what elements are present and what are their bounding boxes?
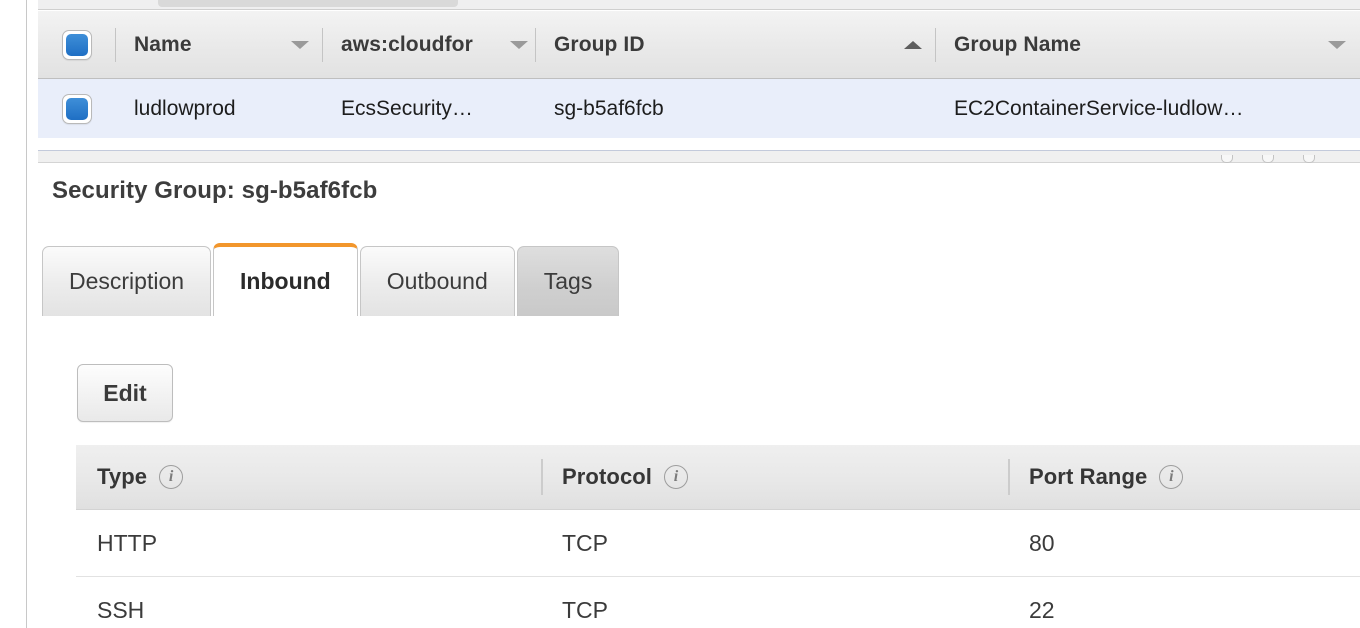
splitter-grip-icon[interactable] [1303,155,1315,163]
tab-description[interactable]: Description [42,246,212,316]
grid-column-header-cloudformation[interactable]: aws:cloudfor [323,11,536,79]
checkbox-fill [66,97,88,120]
tab-label: Tags [543,268,593,294]
row-checkbox[interactable] [62,93,92,124]
rules-column-header-protocol: Protocol i [541,445,1008,510]
rules-column-header-port-range: Port Range i [1008,445,1360,510]
edit-button[interactable]: Edit [77,364,173,422]
cell-cloudformation: EcsSecurity… [341,96,473,120]
table-row[interactable]: HTTP TCP 80 [76,510,1360,577]
rules-column-label-type: Type [97,464,148,489]
window-left-gutter [0,0,27,628]
security-group-detail-pane: Security Group: sg-b5af6fcb Description … [38,164,1360,628]
chevron-down-icon[interactable] [510,40,528,49]
tab-inbound[interactable]: Inbound [213,243,358,316]
cell-port-range: 80 [1029,529,1055,556]
rules-column-label-port-range: Port Range [1029,464,1148,489]
column-divider [541,459,543,495]
column-divider [1008,459,1010,495]
table-row[interactable]: ludlowprod EcsSecurity… sg-b5af6fcb EC2C… [38,79,1360,139]
info-icon[interactable]: i [664,465,689,489]
rules-column-header-type: Type i [76,445,541,510]
cell-name: ludlowprod [134,96,236,120]
grid-column-header-name[interactable]: Name [116,11,323,79]
grid-column-header-group-id[interactable]: Group ID [536,11,936,79]
rules-header-row: Type i Protocol i Port Range i [76,445,1360,510]
cell-group-name: EC2ContainerService-ludlow… [954,96,1244,120]
cell-group-id: sg-b5af6fcb [554,96,664,120]
row-select-cell[interactable] [38,93,116,124]
cell-type: SSH [97,597,145,623]
tab-label: Description [69,268,185,294]
grid-column-label-cloudformation: aws:cloudfor [341,32,473,56]
grid-header-row: Name aws:cloudfor Group ID Group Name [38,11,1360,79]
table-row[interactable]: SSH TCP 22 [76,577,1360,628]
splitter-grip-icon[interactable] [1221,155,1233,163]
page-title: Security Group: sg-b5af6fcb [52,177,378,204]
select-all-cell[interactable] [38,27,116,62]
tab-label: Outbound [386,268,488,294]
info-icon[interactable]: i [1159,465,1184,489]
cell-port-range: 22 [1029,597,1055,623]
toolbar-control-pill [158,0,458,7]
chevron-down-icon[interactable] [1328,40,1346,49]
chevron-down-icon[interactable] [291,40,309,49]
pane-splitter[interactable] [38,150,1360,163]
tab-outbound[interactable]: Outbound [359,246,515,316]
grid-column-label-group-id: Group ID [554,32,645,56]
grid-column-header-group-name[interactable]: Group Name [936,11,1360,79]
detail-tab-bar: Description Inbound Outbound Tags [42,243,621,316]
cell-protocol: TCP [562,529,608,556]
rules-column-label-protocol: Protocol [562,464,653,489]
info-icon[interactable]: i [159,465,184,489]
grid-column-label-name: Name [134,32,192,56]
cell-type: HTTP [97,529,158,556]
grid-column-label-group-name: Group Name [954,32,1082,56]
tab-label: Inbound [240,268,331,294]
select-all-checkbox[interactable] [62,29,92,60]
checkbox-fill [66,33,88,56]
security-groups-grid: Name aws:cloudfor Group ID Group Name lu… [38,11,1360,139]
caret-up-icon[interactable] [904,40,922,49]
inbound-rules-table: Type i Protocol i Port Range i HTTP TCP … [76,445,1360,628]
tab-tags[interactable]: Tags [516,246,620,316]
window-left-gutter-inner [28,0,38,148]
cell-protocol: TCP [562,597,608,623]
toolbar-sliver [38,0,1360,10]
ec2-security-group-console: Name aws:cloudfor Group ID Group Name lu… [0,0,1360,628]
splitter-grip-icon[interactable] [1262,155,1274,163]
